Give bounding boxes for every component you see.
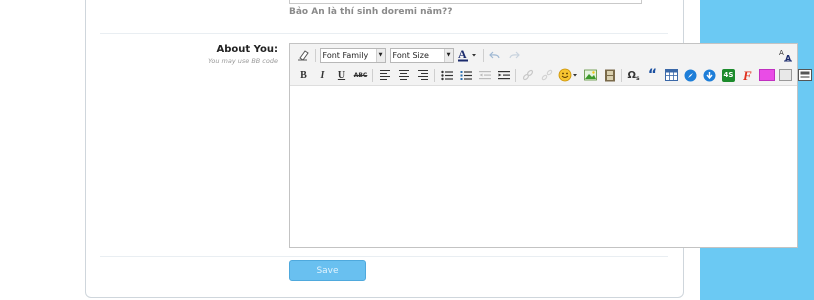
svg-text:A: A	[458, 48, 467, 61]
compass-icon[interactable]	[683, 67, 699, 83]
align-center-icon[interactable]	[396, 67, 412, 83]
font-family-value: Font Family	[322, 50, 369, 60]
quote-icon[interactable]: “	[645, 67, 661, 83]
outdent-icon[interactable]	[477, 67, 493, 83]
strikethrough-icon[interactable]: ABC	[353, 67, 369, 83]
font-size-toggle-icon[interactable]: AA	[778, 47, 794, 63]
about-you-label: About You:	[216, 44, 278, 55]
special-chars-icon[interactable]: Ωs	[626, 67, 642, 83]
toolbar-separator	[434, 68, 435, 82]
align-right-icon[interactable]	[415, 67, 431, 83]
previous-field-hint: Bảo An là thí sinh doremi năm??	[289, 7, 453, 17]
chevron-down-icon: ▼	[443, 48, 453, 62]
toolbar-separator	[621, 68, 622, 82]
indent-icon[interactable]	[496, 67, 512, 83]
font-color-icon[interactable]: A	[457, 47, 479, 63]
undo-icon[interactable]	[487, 47, 503, 63]
toolbar-separator	[314, 48, 316, 62]
media-icon[interactable]	[602, 67, 618, 83]
unlink-icon[interactable]	[539, 67, 555, 83]
svg-text:A: A	[779, 49, 784, 57]
about-you-editor[interactable]: Font Family ▼ Font Size ▼ A AA B I U ABC	[289, 43, 812, 248]
editor-toolbar-row-2: B I U ABC Ω s “ 4S F	[294, 65, 814, 85]
smiley-icon[interactable]	[558, 67, 580, 83]
colored-box-icon[interactable]	[758, 67, 775, 83]
bold-icon[interactable]: B	[296, 67, 312, 83]
bullet-list-icon[interactable]	[439, 67, 455, 83]
svg-text:F: F	[742, 69, 752, 82]
font-family-select[interactable]: Font Family ▼	[319, 47, 386, 63]
toolbar-separator	[372, 68, 373, 82]
eraser-icon[interactable]	[295, 47, 311, 63]
flash-icon[interactable]: F	[740, 67, 756, 83]
editor-text-area[interactable]	[290, 86, 797, 247]
chevron-down-icon: ▼	[375, 48, 385, 62]
table-icon[interactable]	[664, 67, 680, 83]
image-icon[interactable]	[583, 67, 599, 83]
previous-input-field[interactable]	[289, 0, 642, 4]
redo-icon[interactable]	[506, 47, 522, 63]
editor-toolbar-row-1: Font Family ▼ Font Size ▼ A AA	[290, 45, 797, 65]
align-left-icon[interactable]	[377, 67, 393, 83]
font-size-value: Font Size	[392, 50, 429, 60]
save-button[interactable]: Save	[289, 260, 366, 281]
divider	[100, 33, 668, 34]
block-icon[interactable]	[778, 67, 794, 83]
numbered-list-icon[interactable]	[458, 67, 474, 83]
toolbar-separator	[515, 68, 516, 82]
italic-icon[interactable]: I	[315, 67, 331, 83]
link-icon[interactable]	[520, 67, 536, 83]
divider	[100, 256, 668, 257]
bb-code-hint: You may use BB code	[208, 57, 278, 65]
code-icon[interactable]	[797, 67, 813, 83]
toolbar-separator	[482, 48, 484, 62]
font-size-select[interactable]: Font Size ▼	[389, 47, 454, 63]
four-s-icon[interactable]: 4S	[721, 67, 737, 83]
download-icon[interactable]	[702, 67, 718, 83]
underline-icon[interactable]: U	[334, 67, 350, 83]
